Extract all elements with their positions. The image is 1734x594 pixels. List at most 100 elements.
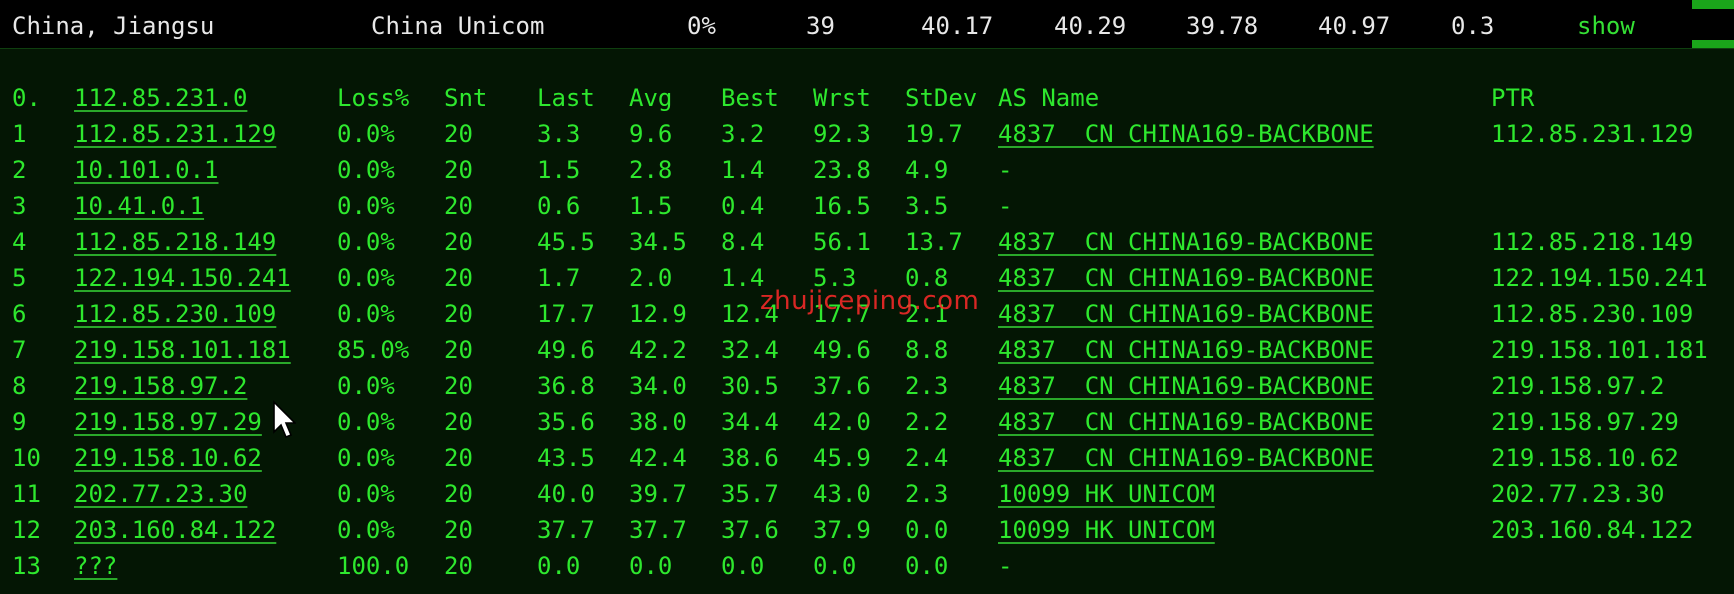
- table-row: 6 112.85.230.109 0.0% 20 17.7 12.9 12.4 …: [0, 296, 1734, 332]
- loss-value: 0.0%: [337, 480, 395, 508]
- snt-value: 20: [444, 444, 473, 472]
- table-row: 2 10.101.0.1 0.0% 20 1.5 2.8 1.4 23.8 4.…: [0, 152, 1734, 188]
- snt-value: 20: [444, 156, 473, 184]
- table-row: 11 202.77.23.30 0.0% 20 40.0 39.7 35.7 4…: [0, 476, 1734, 512]
- stdev-value: 2.3: [905, 480, 949, 508]
- ptr-value: 112.85.231.129: [1491, 120, 1694, 148]
- table-row: 13 ??? 100.0 20 0.0 0.0 0.0 0.0 0.0 -: [0, 548, 1734, 584]
- host-link[interactable]: 122.194.150.241: [74, 260, 291, 296]
- best-value: 8.4: [721, 228, 765, 256]
- hop-number: 6: [12, 300, 27, 328]
- header-as-name: AS Name: [998, 84, 1100, 112]
- as-name-empty: -: [998, 552, 1013, 580]
- snt-value: 20: [444, 300, 473, 328]
- header-stdev: StDev: [905, 84, 978, 112]
- as-name-link[interactable]: 10099 HK UNICOM: [998, 476, 1215, 512]
- wrst-value: 45.9: [813, 444, 871, 472]
- snt-value: 20: [444, 516, 473, 544]
- table-row: 7 219.158.101.181 85.0% 20 49.6 42.2 32.…: [0, 332, 1734, 368]
- last-value: 40.0: [537, 480, 595, 508]
- header-hop: 0.: [12, 84, 41, 112]
- as-name-link[interactable]: 10099 HK UNICOM: [998, 512, 1215, 548]
- loss-value: 0.0%: [337, 516, 395, 544]
- ptr-value: 122.194.150.241: [1491, 264, 1708, 292]
- loss-value: 0.0%: [337, 444, 395, 472]
- avg-value: 0.0: [629, 552, 673, 580]
- stdev-value: 0.0: [905, 516, 949, 544]
- as-name-link[interactable]: 4837 CN CHINA169-BACKBONE: [998, 404, 1374, 440]
- loss-value: 0.0%: [337, 300, 395, 328]
- as-name-link[interactable]: 4837 CN CHINA169-BACKBONE: [998, 332, 1374, 368]
- wrst-value: 49.6: [813, 336, 871, 364]
- as-name-link[interactable]: 4837 CN CHINA169-BACKBONE: [998, 224, 1374, 260]
- avg-value: 39.7: [629, 480, 687, 508]
- loss-value: 0.0%: [337, 120, 395, 148]
- as-name-link[interactable]: 4837 CN CHINA169-BACKBONE: [998, 440, 1374, 476]
- stdev-value: 0.0: [905, 552, 949, 580]
- loss-value: 0.0%: [337, 372, 395, 400]
- last-value: 45.5: [537, 228, 595, 256]
- avg-value: 34.0: [629, 372, 687, 400]
- host-link[interactable]: 112.85.231.129: [74, 116, 276, 152]
- wrst-value: 56.1: [813, 228, 871, 256]
- host-link[interactable]: ???: [74, 548, 117, 584]
- summary-avg: 40.29: [1054, 12, 1127, 40]
- hop-number: 12: [12, 516, 41, 544]
- host-link[interactable]: 202.77.23.30: [74, 476, 247, 512]
- host-link[interactable]: 219.158.10.62: [74, 440, 262, 476]
- hop-number: 4: [12, 228, 27, 256]
- wrst-value: 23.8: [813, 156, 871, 184]
- host-link[interactable]: 112.85.218.149: [74, 224, 276, 260]
- as-name-link[interactable]: 4837 CN CHINA169-BACKBONE: [998, 296, 1374, 332]
- avg-value: 2.8: [629, 156, 673, 184]
- host-link[interactable]: 219.158.97.29: [74, 404, 262, 440]
- avg-value: 34.5: [629, 228, 687, 256]
- mouse-pointer-icon: [273, 400, 296, 439]
- avg-value: 1.5: [629, 192, 673, 220]
- result-summary-row: China, Jiangsu China Unicom 0% 39 40.17 …: [0, 0, 1734, 49]
- table-row: 1 112.85.231.129 0.0% 20 3.3 9.6 3.2 92.…: [0, 116, 1734, 152]
- last-value: 1.5: [537, 156, 581, 184]
- loss-value: 0.0%: [337, 264, 395, 292]
- stdev-value: 0.8: [905, 264, 949, 292]
- stdev-value: 8.8: [905, 336, 949, 364]
- best-value: 35.7: [721, 480, 779, 508]
- as-name-link[interactable]: 4837 CN CHINA169-BACKBONE: [998, 368, 1374, 404]
- snt-value: 20: [444, 228, 473, 256]
- as-name-link[interactable]: 4837 CN CHINA169-BACKBONE: [998, 116, 1374, 152]
- summary-stdev: 0.3: [1451, 12, 1495, 40]
- table-row: 4 112.85.218.149 0.0% 20 45.5 34.5 8.4 5…: [0, 224, 1734, 260]
- show-details-link[interactable]: show: [1577, 12, 1635, 40]
- hop-number: 7: [12, 336, 27, 364]
- table-row: 9 219.158.97.29 0.0% 20 35.6 38.0 34.4 4…: [0, 404, 1734, 440]
- hop-number: 2: [12, 156, 27, 184]
- hop-number: 10: [12, 444, 41, 472]
- table-row: 12 203.160.84.122 0.0% 20 37.7 37.7 37.6…: [0, 512, 1734, 548]
- host-link[interactable]: 10.41.0.1: [74, 188, 204, 224]
- mtr-result-panel: 0. 112.85.231.0 Loss% Snt Last Avg Best …: [0, 48, 1734, 594]
- snt-value: 20: [444, 336, 473, 364]
- status-bar-top: [1692, 0, 1734, 9]
- as-name-link[interactable]: 4837 CN CHINA169-BACKBONE: [998, 260, 1374, 296]
- hop-number: 3: [12, 192, 27, 220]
- host-link[interactable]: 10.101.0.1: [74, 152, 219, 188]
- host-link[interactable]: 219.158.101.181: [74, 332, 291, 368]
- header-ptr: PTR: [1491, 84, 1535, 112]
- last-value: 17.7: [537, 300, 595, 328]
- host-link[interactable]: 203.160.84.122: [74, 512, 276, 548]
- last-value: 35.6: [537, 408, 595, 436]
- header-host-link[interactable]: 112.85.231.0: [74, 80, 247, 116]
- as-name-empty: -: [998, 192, 1013, 220]
- wrst-value: 37.6: [813, 372, 871, 400]
- snt-value: 20: [444, 192, 473, 220]
- host-link[interactable]: 112.85.230.109: [74, 296, 276, 332]
- header-loss: Loss%: [337, 84, 410, 112]
- ptr-value: 219.158.101.181: [1491, 336, 1708, 364]
- ptr-value: 219.158.97.29: [1491, 408, 1679, 436]
- ptr-value: 203.160.84.122: [1491, 516, 1694, 544]
- host-link[interactable]: 219.158.97.2: [74, 368, 247, 404]
- snt-value: 20: [444, 408, 473, 436]
- snt-value: 20: [444, 264, 473, 292]
- summary-isp: China Unicom: [371, 12, 545, 40]
- hop-number: 9: [12, 408, 27, 436]
